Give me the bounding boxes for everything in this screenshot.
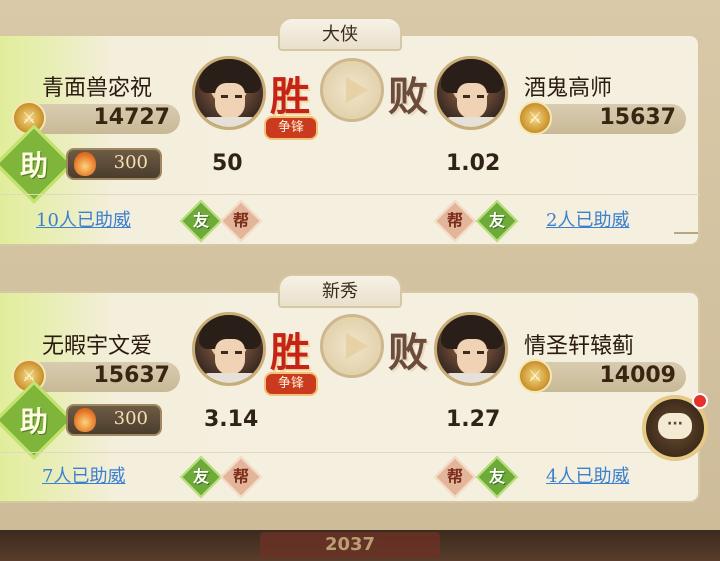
right-player-power: ⚔ 15637 [518,101,686,135]
lose-label: 败 [388,329,428,376]
bottom-strip: 2037 [0,530,720,561]
friend-badge-label: 友 [192,211,209,230]
bottom-ghost-label: 2037 [260,532,440,558]
sword-icon: ⚔ [518,101,552,135]
friend-badge-label: 友 [192,467,209,486]
bet-amount-box[interactable]: 300 [66,148,162,180]
left-cheer-link[interactable]: 7人已助威 [42,462,125,488]
gang-badge-label: 帮 [446,467,463,486]
left-cheer-link[interactable]: 10人已助威 [36,206,131,232]
right-player-avatar[interactable] [434,56,508,130]
left-player-power: ⚔ 14727 [12,101,180,135]
left-player-avatar[interactable] [192,312,266,386]
sword-icon: ⚔ [518,359,552,393]
left-odds: 3.14 [204,407,259,432]
left-odds: 50 [212,151,243,176]
row-divider [0,194,700,195]
right-cheer-link[interactable]: 2人已助威 [546,206,629,232]
match-tab-1: 大侠 [278,17,402,51]
play-replay-button[interactable] [320,314,384,378]
right-cheer-link[interactable]: 4人已助威 [546,462,629,488]
gang-badge-label: 帮 [232,467,249,486]
assist-label: 助 [19,405,48,438]
gang-badge-label: 帮 [232,211,249,230]
left-player-name: 青面兽宓祝 [42,76,153,101]
right-odds: 1.27 [446,407,501,432]
right-odds: 1.02 [446,151,501,176]
right-player-name: 酒鬼高师 [524,76,613,101]
gang-badge-label: 帮 [446,211,463,230]
left-player-name: 无暇宇文爱 [42,334,153,359]
right-player-avatar[interactable] [434,312,508,386]
flame-icon [74,152,96,176]
match-tab-2: 新秀 [278,274,402,308]
play-replay-button[interactable] [320,58,384,122]
lose-label: 败 [388,73,428,120]
win-label: 胜 [270,73,310,120]
win-label: 胜 [270,329,310,376]
bet-amount-box[interactable]: 300 [66,404,162,436]
assist-label: 助 [19,149,48,182]
left-player-avatar[interactable] [192,56,266,130]
right-player-power: ⚔ 14009 [518,359,686,393]
vs-badge: 争锋 [266,118,316,138]
friend-badge-label: 友 [488,467,505,486]
right-player-name: 情圣轩辕蓟 [524,334,635,359]
row-divider [0,452,700,453]
friend-badge-label: 友 [488,211,505,230]
flame-icon [74,408,96,432]
chat-button[interactable]: ··· [642,393,708,461]
vs-badge: 争锋 [266,374,316,394]
notification-dot [692,393,708,409]
